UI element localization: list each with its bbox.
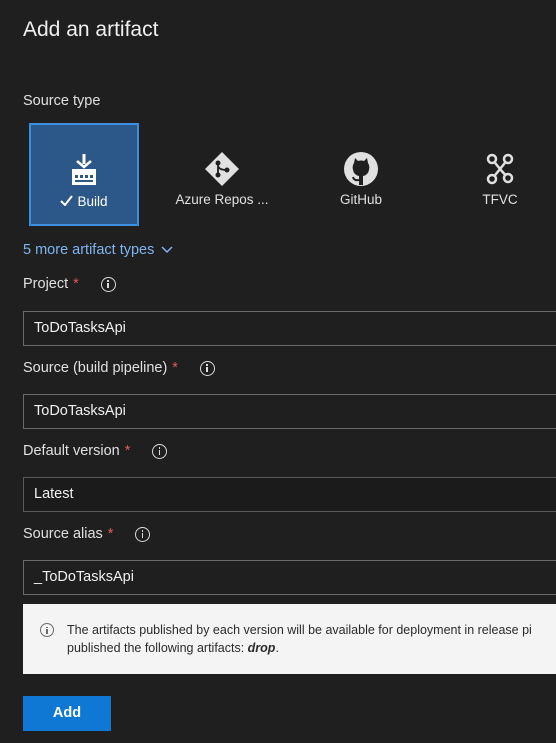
tfvc-tile-label: TFVC	[482, 192, 518, 207]
default-version-select[interactable]: Latest	[23, 477, 556, 512]
github-tile-label: GitHub	[339, 192, 383, 207]
azure-repos-icon	[205, 152, 239, 186]
notice-line-2-text: published the following artifacts:	[67, 641, 248, 655]
source-type-tfvc-tile[interactable]: TFVC	[445, 123, 555, 226]
project-label: Project	[23, 276, 69, 292]
checkmark-icon	[60, 194, 74, 209]
notice-line-2: published the following artifacts: drop.	[67, 639, 556, 657]
source-info-icon[interactable]	[199, 360, 215, 376]
default-version-info-icon[interactable]	[152, 443, 168, 459]
panel-title: Add an artifact	[23, 18, 159, 41]
azure-repos-tile-label: Azure Repos ...	[175, 192, 269, 207]
project-label-row: Project *	[23, 276, 116, 292]
add-button[interactable]: Add	[23, 696, 111, 731]
source-type-selector: Build Azure Repos ... GitHub TFVC	[29, 123, 556, 226]
source-type-azure-repos-tile[interactable]: Azure Repos ...	[157, 123, 287, 226]
add-artifact-panel: Add an artifact Source type Build Azure …	[0, 0, 556, 743]
source-pipeline-select[interactable]: ToDoTasksApi	[23, 394, 556, 429]
info-icon	[40, 623, 54, 637]
source-label-row: Source (build pipeline) *	[23, 360, 215, 376]
chevron-down-icon	[161, 246, 173, 254]
default-version-label-row: Default version *	[23, 443, 168, 459]
source-label: Source (build pipeline)	[23, 360, 168, 376]
source-alias-input[interactable]: _ToDoTasksApi	[23, 560, 556, 595]
project-info-icon[interactable]	[100, 276, 116, 292]
notice-line-1: The artifacts published by each version …	[67, 623, 532, 637]
source-alias-info-icon[interactable]	[135, 526, 151, 542]
more-artifact-types-text: 5 more artifact types	[23, 242, 155, 258]
notice-line-2-end: .	[275, 641, 279, 655]
source-type-github-tile[interactable]: GitHub	[306, 123, 416, 226]
source-value: ToDoTasksApi	[34, 403, 126, 419]
project-value: ToDoTasksApi	[34, 320, 126, 336]
github-icon	[344, 152, 378, 186]
required-marker: *	[107, 526, 114, 542]
more-artifact-types-link[interactable]: 5 more artifact types	[23, 242, 173, 258]
project-select[interactable]: ToDoTasksApi	[23, 311, 556, 346]
source-type-build-tile[interactable]: Build	[29, 123, 139, 226]
required-marker: *	[172, 360, 178, 376]
artifacts-info-notice: The artifacts published by each version …	[23, 604, 556, 674]
default-version-label: Default version	[23, 443, 120, 459]
source-alias-value: _ToDoTasksApi	[34, 569, 134, 585]
build-tile-label: Build	[31, 194, 137, 209]
required-marker: *	[73, 276, 79, 292]
default-version-value: Latest	[34, 486, 74, 502]
required-marker: *	[124, 443, 131, 459]
tfvc-icon	[486, 153, 514, 185]
artifact-name: drop	[247, 641, 276, 655]
source-type-label: Source type	[23, 93, 101, 109]
build-icon	[72, 154, 96, 185]
source-alias-label-row: Source alias *	[23, 526, 151, 542]
source-alias-label: Source alias	[23, 526, 103, 542]
build-tile-text: Build	[77, 194, 108, 209]
